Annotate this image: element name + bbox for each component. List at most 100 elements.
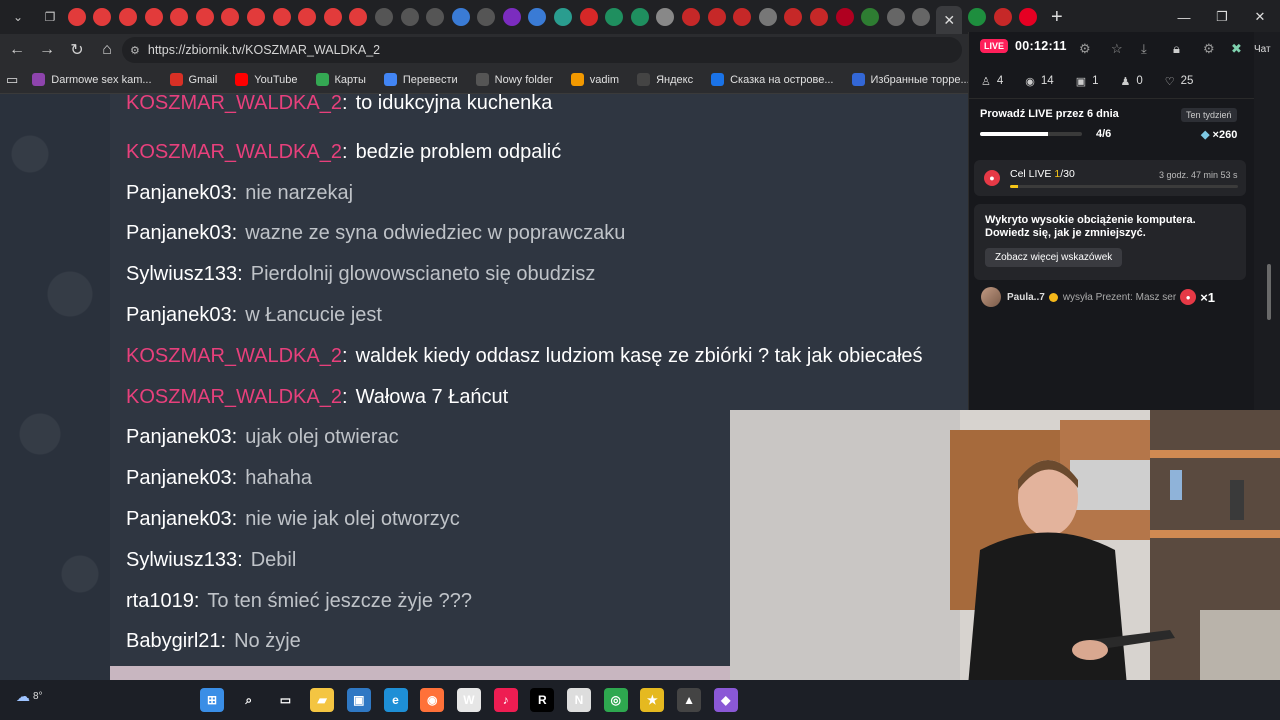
tab-favicon-youtube[interactable]	[993, 8, 1012, 26]
tab-search-chevron-icon[interactable]: ⌄	[4, 5, 32, 29]
maximize-icon[interactable]: ❐	[1202, 0, 1242, 34]
tab-favicon-15[interactable]	[426, 8, 445, 26]
chat-username[interactable]: Sylwiusz133	[126, 549, 237, 571]
bookmark-item[interactable]: Яндекс	[637, 73, 693, 86]
file-explorer-app[interactable]: ▰	[310, 688, 335, 712]
star-icon[interactable]: ☆	[1111, 41, 1123, 57]
tab-favicon-5[interactable]	[170, 8, 189, 26]
url-field[interactable]: ⚙ https://zbiornik.tv/KOSZMAR_WALDKA_2	[122, 37, 962, 63]
windows-start-button[interactable]: ⊞	[200, 688, 224, 712]
weather-widget[interactable]: ☁ 8°	[16, 688, 43, 705]
tab-favicon-9[interactable]	[272, 8, 291, 26]
chat-username[interactable]: KOSZMAR_WALDKA_2	[126, 141, 342, 163]
bookmark-item[interactable]: Nowy folder	[475, 73, 553, 86]
bookmark-item[interactable]: Сказка на острове...	[711, 73, 834, 86]
bookmark-item[interactable]: Gmail	[169, 73, 217, 86]
workspaces-icon[interactable]: ❐	[36, 5, 64, 29]
bookmark-item[interactable]: Darmowe sex kam...	[32, 73, 152, 86]
tab-favicon-22[interactable]	[605, 8, 624, 26]
download-icon[interactable]: ⤓	[1141, 41, 1147, 57]
tab-favicon-13[interactable]	[374, 8, 393, 26]
chat-username[interactable]: Panjanek03	[126, 182, 232, 204]
n-app[interactable]: N	[567, 688, 591, 712]
tab-favicon-6[interactable]	[195, 8, 214, 26]
tab-favicon-18[interactable]	[502, 8, 521, 26]
extension-icon[interactable]: ✖	[1231, 41, 1242, 57]
reload-icon[interactable]: ↻	[62, 35, 92, 65]
tab-favicon-8[interactable]	[246, 8, 265, 26]
tab-favicon-7[interactable]	[221, 8, 240, 26]
chat-username[interactable]: Panjanek03	[126, 304, 232, 326]
tab-favicon-25[interactable]	[682, 8, 701, 26]
tab-favicon-3[interactable]	[118, 8, 137, 26]
active-tab-close-icon[interactable]: ✕	[936, 6, 963, 34]
chat-label[interactable]: Чат	[1254, 44, 1271, 55]
bookmark-item[interactable]: Избранные торре...	[851, 73, 970, 86]
chat-username[interactable]: Panjanek03	[126, 467, 232, 489]
forward-arrow-icon[interactable]: →	[32, 35, 62, 65]
photos-app[interactable]: ▣	[346, 688, 371, 712]
new-tab-button[interactable]: +	[1051, 6, 1063, 29]
tab-favicon-11[interactable]	[323, 8, 342, 26]
chat-username[interactable]: Panjanek03	[126, 222, 232, 244]
tab-favicon-26[interactable]	[707, 8, 726, 26]
tab-favicon-20[interactable]	[554, 8, 573, 26]
chrome-app[interactable]: ◎	[603, 688, 628, 712]
site-info-icon[interactable]: ⚙	[130, 44, 140, 57]
bookmark-item[interactable]: Перевести	[383, 73, 458, 86]
chat-username[interactable]: Sylwiusz133	[126, 263, 237, 285]
task-view-button[interactable]: ▭	[273, 688, 297, 712]
tab-favicon-23[interactable]	[630, 8, 649, 26]
tab-favicon-10[interactable]	[298, 8, 317, 26]
tab-favicon-2[interactable]	[93, 8, 112, 26]
tab-favicon-30[interactable]	[810, 8, 829, 26]
bookmark-item[interactable]: YouTube	[235, 73, 298, 86]
tab-favicon-32[interactable]	[861, 8, 880, 26]
tab-favicon-33[interactable]	[886, 8, 905, 26]
chat-username[interactable]: KOSZMAR_WALDKA_2	[126, 94, 342, 114]
back-arrow-icon[interactable]: ←	[2, 35, 32, 65]
tab-favicon-4[interactable]	[144, 8, 163, 26]
search-button[interactable]: ⌕	[237, 688, 261, 712]
star-app[interactable]: ★	[640, 688, 665, 712]
gear-icon[interactable]: ⚙	[1203, 41, 1215, 57]
paint-app[interactable]: ◆	[713, 688, 738, 712]
bookmarks-menu-icon[interactable]: ▭	[6, 72, 18, 88]
firefox-app[interactable]: ◉	[420, 688, 445, 712]
tab-favicon-14[interactable]	[400, 8, 419, 26]
chat-username[interactable]: KOSZMAR_WALDKA_2	[126, 386, 342, 408]
r-app[interactable]: R	[530, 688, 555, 712]
tab-favicon-1[interactable]	[67, 8, 86, 26]
tiktok-app[interactable]: ♪	[493, 688, 518, 712]
tab-favicon-16[interactable]	[451, 8, 470, 26]
chat-username[interactable]: Panjanek03	[126, 508, 232, 530]
wps-app[interactable]: W	[456, 688, 481, 712]
chat-username[interactable]: KOSZMAR_WALDKA_2	[126, 345, 342, 367]
game-app[interactable]: ▲	[677, 688, 702, 712]
live-goal-card[interactable]: ● Cel LIVE 1/30 3 godz. 47 min 53 s	[974, 160, 1246, 196]
tab-favicon-12[interactable]	[349, 8, 368, 26]
tab-favicon-green[interactable]	[967, 8, 986, 26]
tab-favicon-24[interactable]	[656, 8, 675, 26]
more-tips-button[interactable]: Zobacz więcej wskazówek	[985, 248, 1123, 267]
tab-favicon-19[interactable]	[528, 8, 547, 26]
chat-username[interactable]: rta1019	[126, 590, 194, 612]
bookmark-item[interactable]: vadim	[570, 73, 619, 86]
chat-username[interactable]: Babygirl21	[126, 630, 221, 652]
tab-favicon-21[interactable]	[579, 8, 598, 26]
bookmark-item[interactable]: Карты	[315, 73, 366, 86]
tab-favicon-17[interactable]	[477, 8, 496, 26]
lock-icon[interactable]: 🔒︎	[1173, 41, 1180, 57]
tab-favicon-34[interactable]	[912, 8, 931, 26]
tab-favicon-27[interactable]	[733, 8, 752, 26]
settings-icon[interactable]: ⚙	[1079, 41, 1091, 57]
chat-username[interactable]: Panjanek03	[126, 426, 232, 448]
home-icon[interactable]: ⌂	[92, 35, 122, 65]
tab-favicon-29[interactable]	[784, 8, 803, 26]
minimize-icon[interactable]: —	[1164, 0, 1204, 34]
tab-favicon-28[interactable]	[758, 8, 777, 26]
tab-favicon-31[interactable]	[835, 8, 854, 26]
tab-favicon-pin[interactable]	[1019, 8, 1038, 26]
close-window-icon[interactable]: ✕	[1240, 0, 1280, 34]
edge-app[interactable]: e	[383, 688, 408, 712]
